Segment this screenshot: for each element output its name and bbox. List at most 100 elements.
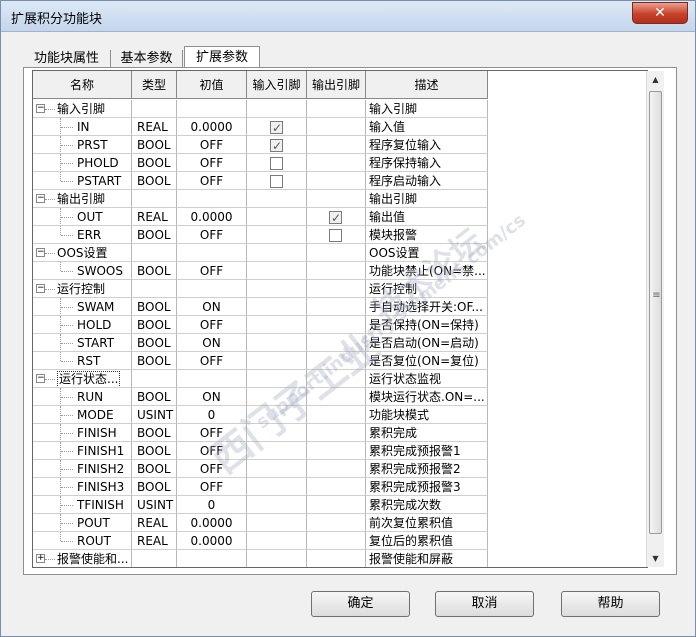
tree-group-row[interactable]: − 运行状态... 运行状态监视 xyxy=(33,370,488,388)
cell-input-pin[interactable] xyxy=(247,100,307,118)
cell-init[interactable]: OFF xyxy=(177,154,247,172)
cell-type[interactable]: REAL xyxy=(132,208,177,226)
cell-name[interactable]: TFINISH xyxy=(33,496,132,514)
cell-init[interactable]: 0.0000 xyxy=(177,514,247,532)
cell-input-pin[interactable] xyxy=(247,370,307,388)
cell-type[interactable]: BOOL xyxy=(132,262,177,280)
help-button[interactable]: 帮助 xyxy=(561,591,660,617)
cell-input-pin[interactable] xyxy=(247,352,307,370)
cell-input-pin[interactable] xyxy=(247,262,307,280)
cell-output-pin[interactable] xyxy=(307,262,366,280)
cell-name[interactable]: − OOS设置 xyxy=(33,244,132,262)
table-row[interactable]: TFINISH USINT 0 累积完成次数 xyxy=(33,496,488,514)
cell-input-pin[interactable] xyxy=(247,316,307,334)
input-pin-checkbox[interactable] xyxy=(270,137,283,153)
cell-input-pin[interactable] xyxy=(247,136,307,154)
cell-init[interactable]: OFF xyxy=(177,478,247,496)
cell-input-pin[interactable] xyxy=(247,118,307,136)
ok-button[interactable]: 确定 xyxy=(311,591,410,617)
cell-name[interactable]: − 输出引脚 xyxy=(33,190,132,208)
cell-input-pin[interactable] xyxy=(247,406,307,424)
table-row[interactable]: SWOOS BOOL OFF 功能块禁止(ON=禁... xyxy=(33,262,488,280)
cell-description[interactable]: 输入值 xyxy=(366,118,488,136)
cell-name[interactable]: FINISH xyxy=(33,424,132,442)
table-row[interactable]: ROUT REAL 0.0000 复位后的累积值 xyxy=(33,532,488,550)
tab-basic-params[interactable]: 基本参数 xyxy=(111,50,183,68)
table-row[interactable]: SWAM BOOL ON 手自动选择开关:OF... xyxy=(33,298,488,316)
column-header-output-pin[interactable]: 输出引脚 xyxy=(307,71,366,99)
cell-type[interactable] xyxy=(132,370,177,388)
cell-name[interactable]: RUN xyxy=(33,388,132,406)
cell-name[interactable]: IN xyxy=(33,118,132,136)
table-row[interactable]: ERR BOOL OFF 模块报警 xyxy=(33,226,488,244)
column-header-description[interactable]: 描述 xyxy=(366,71,488,99)
output-pin-checkbox[interactable] xyxy=(329,209,342,225)
cell-type[interactable]: REAL xyxy=(132,532,177,550)
cell-description[interactable]: 是否保持(ON=保持) xyxy=(366,316,488,334)
cell-init[interactable]: 0.0000 xyxy=(177,532,247,550)
cell-input-pin[interactable] xyxy=(247,532,307,550)
cell-name[interactable]: − 输入引脚 xyxy=(33,100,132,118)
cell-input-pin[interactable] xyxy=(247,424,307,442)
cell-name[interactable]: POUT xyxy=(33,514,132,532)
cell-name[interactable]: ERR xyxy=(33,226,132,244)
tree-group-row[interactable]: + 报警使能和... 报警使能和屏蔽 xyxy=(33,550,488,567)
scroll-thumb[interactable]: ≡ xyxy=(649,91,662,534)
vertical-scrollbar[interactable]: ▲ ≡ ▼ xyxy=(646,71,664,567)
cell-name[interactable]: START xyxy=(33,334,132,352)
cell-type[interactable]: BOOL xyxy=(132,298,177,316)
cell-type[interactable]: BOOL xyxy=(132,388,177,406)
table-row[interactable]: PRST BOOLOFF 程序复位输入 xyxy=(33,136,488,154)
cell-type[interactable]: BOOL xyxy=(132,226,177,244)
cell-input-pin[interactable] xyxy=(247,550,307,567)
cell-description[interactable]: 功能块禁止(ON=禁... xyxy=(366,262,488,280)
cell-type[interactable]: BOOL xyxy=(132,424,177,442)
cell-type[interactable]: BOOL xyxy=(132,316,177,334)
cell-init[interactable]: OFF xyxy=(177,226,247,244)
cell-input-pin[interactable] xyxy=(247,298,307,316)
cell-output-pin[interactable] xyxy=(307,280,366,298)
cell-name[interactable]: PSTART xyxy=(33,172,132,190)
cell-input-pin[interactable] xyxy=(247,496,307,514)
cell-type[interactable]: REAL xyxy=(132,514,177,532)
cell-input-pin[interactable] xyxy=(247,226,307,244)
table-row[interactable]: OUT REAL0.0000 输出值 xyxy=(33,208,488,226)
cell-description[interactable]: 累积完成次数 xyxy=(366,496,488,514)
cell-name[interactable]: − 运行控制 xyxy=(33,280,132,298)
cell-input-pin[interactable] xyxy=(247,208,307,226)
cell-output-pin[interactable] xyxy=(307,442,366,460)
cell-name[interactable]: HOLD xyxy=(33,316,132,334)
cell-description[interactable]: 输入引脚 xyxy=(366,100,488,118)
cell-description[interactable]: 输出引脚 xyxy=(366,190,488,208)
cell-input-pin[interactable] xyxy=(247,334,307,352)
cell-input-pin[interactable] xyxy=(247,244,307,262)
cell-init[interactable] xyxy=(177,280,247,298)
cell-output-pin[interactable] xyxy=(307,388,366,406)
expand-icon[interactable]: + xyxy=(36,554,45,563)
tab-extended-params[interactable]: 扩展参数 xyxy=(184,46,260,68)
collapse-icon[interactable]: − xyxy=(36,248,45,257)
collapse-icon[interactable]: − xyxy=(36,104,45,113)
cell-output-pin[interactable] xyxy=(307,208,366,226)
cell-description[interactable]: 模块报警 xyxy=(366,226,488,244)
tree-group-row[interactable]: − OOS设置 OOS设置 xyxy=(33,244,488,262)
cell-type[interactable]: BOOL xyxy=(132,334,177,352)
cancel-button[interactable]: 取消 xyxy=(435,591,534,617)
cell-type[interactable]: USINT xyxy=(132,406,177,424)
cell-init[interactable]: OFF xyxy=(177,136,247,154)
column-header-init[interactable]: 初值 xyxy=(177,71,247,99)
cell-init[interactable]: ON xyxy=(177,334,247,352)
cell-input-pin[interactable] xyxy=(247,514,307,532)
table-row[interactable]: PSTART BOOL OFF 程序启动输入 xyxy=(33,172,488,190)
table-row[interactable]: RUN BOOL ON 模块运行状态.ON=... xyxy=(33,388,488,406)
cell-init[interactable]: OFF xyxy=(177,262,247,280)
table-row[interactable]: MODE USINT 0 功能块模式 xyxy=(33,406,488,424)
cell-name[interactable]: ROUT xyxy=(33,532,132,550)
input-pin-checkbox[interactable] xyxy=(270,157,283,170)
table-row[interactable]: POUT REAL 0.0000 前次复位累积值 xyxy=(33,514,488,532)
cell-name[interactable]: PRST xyxy=(33,136,132,154)
table-row[interactable]: START BOOL ON 是否启动(ON=启动) xyxy=(33,334,488,352)
cell-init[interactable]: 0.0000 xyxy=(177,208,247,226)
cell-name[interactable]: FINISH2 xyxy=(33,460,132,478)
cell-description[interactable]: 模块运行状态.ON=... xyxy=(366,388,488,406)
